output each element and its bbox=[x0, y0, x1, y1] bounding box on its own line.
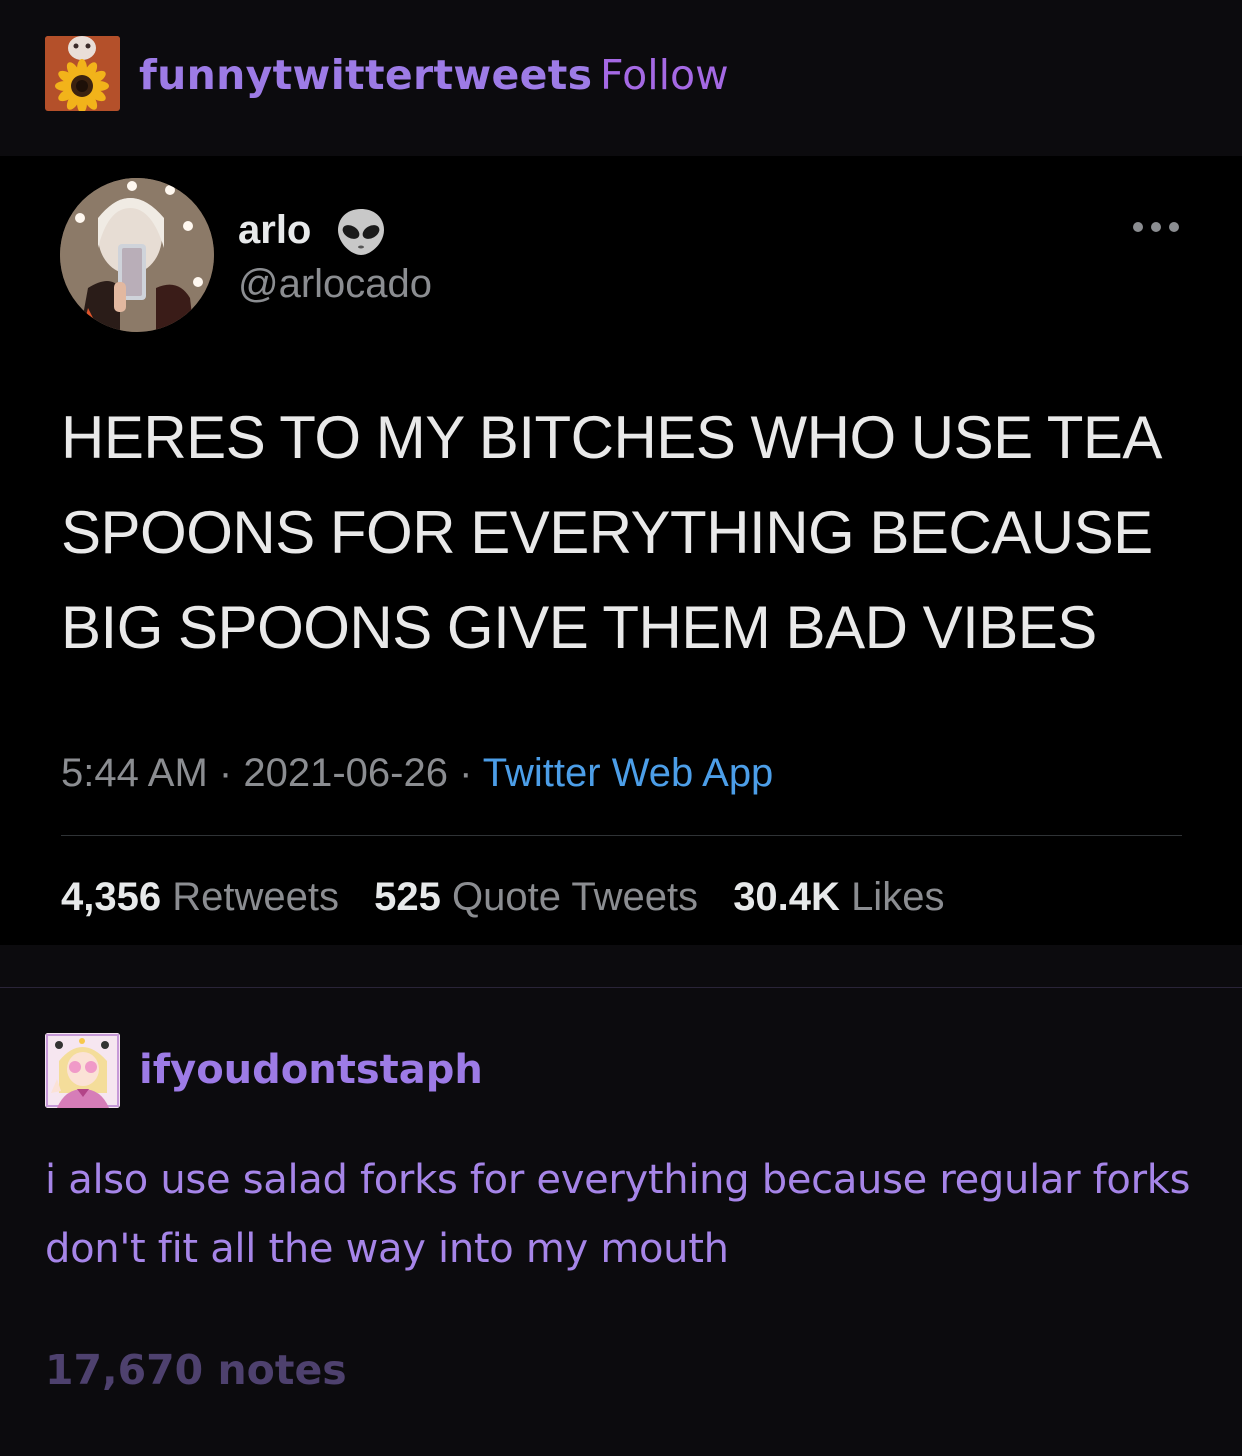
embedded-tweet: arlo @arlocado HERES TO MY BITCHES WHO U… bbox=[0, 156, 1242, 945]
tweet-text: HERES TO MY BITCHES WHO USE TEA SPOONS F… bbox=[61, 404, 1159, 661]
reblog-section: ifyoudontstaph i also use salad forks fo… bbox=[0, 988, 1242, 1456]
post-author-username[interactable]: funnytwittertweets bbox=[139, 50, 592, 100]
tweet-divider bbox=[61, 835, 1182, 836]
reblog-author-username[interactable]: ifyoudontstaph bbox=[139, 1045, 483, 1095]
quote-tweets-label: Quote Tweets bbox=[451, 875, 699, 919]
more-dots-icon[interactable] bbox=[1128, 212, 1184, 242]
tweet-source-link[interactable]: Twitter Web App bbox=[483, 751, 774, 795]
retweets-label: Retweets bbox=[172, 875, 339, 919]
tweet-handle[interactable]: @arlocado bbox=[238, 260, 432, 308]
tweet-date[interactable]: 2021-06-26 bbox=[243, 751, 448, 795]
retweets-stat[interactable]: 4,356 Retweets bbox=[61, 875, 339, 919]
reblog-text: i also use salad forks for everything be… bbox=[45, 1157, 1191, 1272]
tweet-display-name[interactable]: arlo bbox=[238, 206, 311, 254]
anime-girl-avatar[interactable] bbox=[45, 1033, 120, 1108]
meta-separator: · bbox=[218, 751, 233, 795]
reblog-gap bbox=[0, 945, 1242, 987]
follow-button[interactable]: Follow bbox=[600, 50, 729, 100]
alien-emoji-icon bbox=[338, 209, 384, 255]
quote-tweets-count: 525 bbox=[374, 875, 441, 919]
tweet-avatar[interactable] bbox=[60, 178, 214, 332]
notes-count[interactable]: 17,670 notes bbox=[45, 1343, 347, 1397]
post-header: funnytwittertweets Follow bbox=[0, 0, 1242, 156]
likes-stat[interactable]: 30.4K Likes bbox=[733, 875, 944, 919]
likes-count: 30.4K bbox=[733, 875, 840, 919]
likes-label: Likes bbox=[851, 875, 945, 919]
sunflower-avatar[interactable] bbox=[45, 36, 120, 111]
sunflower-icon bbox=[45, 36, 120, 111]
tweet-stats: 4,356 Retweets 525 Quote Tweets 30.4K Li… bbox=[61, 870, 968, 924]
tweet-meta: 5:44 AM · 2021-06-26 · Twitter Web App bbox=[61, 746, 773, 800]
quote-tweets-stat[interactable]: 525 Quote Tweets bbox=[374, 875, 698, 919]
tweet-time[interactable]: 5:44 AM bbox=[61, 751, 208, 795]
anime-girl-icon bbox=[45, 1033, 120, 1108]
profile-photo-icon bbox=[60, 178, 214, 332]
retweets-count: 4,356 bbox=[61, 875, 162, 919]
meta-separator: · bbox=[459, 751, 473, 795]
